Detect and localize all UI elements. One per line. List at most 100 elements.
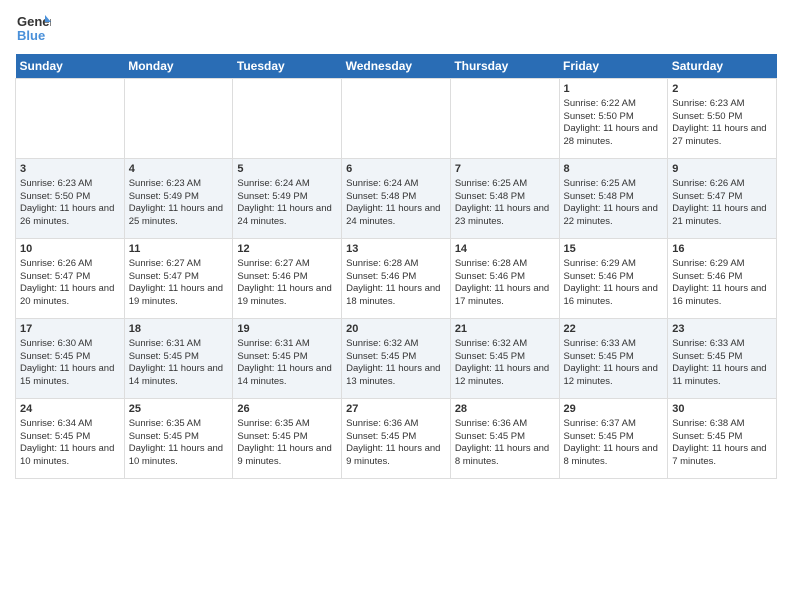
calendar-cell: 8Sunrise: 6:25 AM Sunset: 5:48 PM Daylig…	[559, 159, 668, 239]
day-number: 7	[455, 162, 555, 177]
day-info: Sunrise: 6:36 AM Sunset: 5:45 PM Dayligh…	[455, 418, 555, 469]
calendar-cell: 30Sunrise: 6:38 AM Sunset: 5:45 PM Dayli…	[668, 399, 777, 479]
calendar-cell	[124, 79, 233, 159]
calendar-cell: 7Sunrise: 6:25 AM Sunset: 5:48 PM Daylig…	[450, 159, 559, 239]
day-number: 30	[672, 402, 772, 417]
weekday-header-friday: Friday	[559, 54, 668, 79]
day-number: 27	[346, 402, 446, 417]
calendar-cell: 12Sunrise: 6:27 AM Sunset: 5:46 PM Dayli…	[233, 239, 342, 319]
day-number: 3	[20, 162, 120, 177]
day-number: 9	[672, 162, 772, 177]
calendar-cell: 13Sunrise: 6:28 AM Sunset: 5:46 PM Dayli…	[342, 239, 451, 319]
day-number: 29	[564, 402, 664, 417]
day-number: 4	[129, 162, 229, 177]
day-info: Sunrise: 6:28 AM Sunset: 5:46 PM Dayligh…	[346, 258, 446, 309]
day-number: 24	[20, 402, 120, 417]
day-info: Sunrise: 6:35 AM Sunset: 5:45 PM Dayligh…	[129, 418, 229, 469]
calendar-week-1: 1Sunrise: 6:22 AM Sunset: 5:50 PM Daylig…	[16, 79, 777, 159]
day-info: Sunrise: 6:32 AM Sunset: 5:45 PM Dayligh…	[455, 338, 555, 389]
calendar-cell: 1Sunrise: 6:22 AM Sunset: 5:50 PM Daylig…	[559, 79, 668, 159]
day-number: 23	[672, 322, 772, 337]
calendar-week-3: 10Sunrise: 6:26 AM Sunset: 5:47 PM Dayli…	[16, 239, 777, 319]
day-info: Sunrise: 6:23 AM Sunset: 5:50 PM Dayligh…	[20, 178, 120, 229]
day-number: 26	[237, 402, 337, 417]
day-info: Sunrise: 6:23 AM Sunset: 5:50 PM Dayligh…	[672, 98, 772, 149]
day-number: 13	[346, 242, 446, 257]
day-info: Sunrise: 6:26 AM Sunset: 5:47 PM Dayligh…	[20, 258, 120, 309]
day-info: Sunrise: 6:25 AM Sunset: 5:48 PM Dayligh…	[564, 178, 664, 229]
day-number: 28	[455, 402, 555, 417]
day-info: Sunrise: 6:31 AM Sunset: 5:45 PM Dayligh…	[237, 338, 337, 389]
calendar-cell: 26Sunrise: 6:35 AM Sunset: 5:45 PM Dayli…	[233, 399, 342, 479]
calendar-cell: 4Sunrise: 6:23 AM Sunset: 5:49 PM Daylig…	[124, 159, 233, 239]
day-number: 11	[129, 242, 229, 257]
logo-icon: General Blue	[15, 10, 51, 46]
weekday-header-saturday: Saturday	[668, 54, 777, 79]
day-number: 25	[129, 402, 229, 417]
calendar-cell: 23Sunrise: 6:33 AM Sunset: 5:45 PM Dayli…	[668, 319, 777, 399]
day-number: 6	[346, 162, 446, 177]
logo: General Blue	[15, 10, 51, 46]
calendar-cell: 25Sunrise: 6:35 AM Sunset: 5:45 PM Dayli…	[124, 399, 233, 479]
calendar-cell: 18Sunrise: 6:31 AM Sunset: 5:45 PM Dayli…	[124, 319, 233, 399]
calendar-cell: 11Sunrise: 6:27 AM Sunset: 5:47 PM Dayli…	[124, 239, 233, 319]
day-info: Sunrise: 6:27 AM Sunset: 5:46 PM Dayligh…	[237, 258, 337, 309]
day-info: Sunrise: 6:37 AM Sunset: 5:45 PM Dayligh…	[564, 418, 664, 469]
day-info: Sunrise: 6:22 AM Sunset: 5:50 PM Dayligh…	[564, 98, 664, 149]
calendar-cell: 14Sunrise: 6:28 AM Sunset: 5:46 PM Dayli…	[450, 239, 559, 319]
calendar-table: SundayMondayTuesdayWednesdayThursdayFrid…	[15, 54, 777, 479]
day-number: 16	[672, 242, 772, 257]
day-info: Sunrise: 6:33 AM Sunset: 5:45 PM Dayligh…	[672, 338, 772, 389]
calendar-header: SundayMondayTuesdayWednesdayThursdayFrid…	[16, 54, 777, 79]
day-number: 18	[129, 322, 229, 337]
day-info: Sunrise: 6:27 AM Sunset: 5:47 PM Dayligh…	[129, 258, 229, 309]
calendar-cell: 10Sunrise: 6:26 AM Sunset: 5:47 PM Dayli…	[16, 239, 125, 319]
day-info: Sunrise: 6:35 AM Sunset: 5:45 PM Dayligh…	[237, 418, 337, 469]
day-info: Sunrise: 6:29 AM Sunset: 5:46 PM Dayligh…	[672, 258, 772, 309]
calendar-cell: 17Sunrise: 6:30 AM Sunset: 5:45 PM Dayli…	[16, 319, 125, 399]
calendar-cell	[233, 79, 342, 159]
weekday-header-wednesday: Wednesday	[342, 54, 451, 79]
weekday-header-tuesday: Tuesday	[233, 54, 342, 79]
calendar-cell	[450, 79, 559, 159]
day-number: 12	[237, 242, 337, 257]
day-number: 14	[455, 242, 555, 257]
day-number: 17	[20, 322, 120, 337]
calendar-cell	[342, 79, 451, 159]
day-number: 1	[564, 82, 664, 97]
calendar-cell: 21Sunrise: 6:32 AM Sunset: 5:45 PM Dayli…	[450, 319, 559, 399]
day-number: 8	[564, 162, 664, 177]
day-info: Sunrise: 6:38 AM Sunset: 5:45 PM Dayligh…	[672, 418, 772, 469]
weekday-header-sunday: Sunday	[16, 54, 125, 79]
calendar-body: 1Sunrise: 6:22 AM Sunset: 5:50 PM Daylig…	[16, 79, 777, 479]
day-info: Sunrise: 6:29 AM Sunset: 5:46 PM Dayligh…	[564, 258, 664, 309]
day-number: 15	[564, 242, 664, 257]
day-info: Sunrise: 6:34 AM Sunset: 5:45 PM Dayligh…	[20, 418, 120, 469]
page-container: General Blue SundayMondayTuesdayWednesda…	[0, 0, 792, 484]
day-number: 21	[455, 322, 555, 337]
header: General Blue	[15, 10, 777, 46]
calendar-cell: 22Sunrise: 6:33 AM Sunset: 5:45 PM Dayli…	[559, 319, 668, 399]
day-number: 10	[20, 242, 120, 257]
day-info: Sunrise: 6:24 AM Sunset: 5:48 PM Dayligh…	[346, 178, 446, 229]
day-number: 5	[237, 162, 337, 177]
calendar-cell: 6Sunrise: 6:24 AM Sunset: 5:48 PM Daylig…	[342, 159, 451, 239]
calendar-week-5: 24Sunrise: 6:34 AM Sunset: 5:45 PM Dayli…	[16, 399, 777, 479]
weekday-header-thursday: Thursday	[450, 54, 559, 79]
svg-text:Blue: Blue	[17, 28, 45, 43]
calendar-cell: 28Sunrise: 6:36 AM Sunset: 5:45 PM Dayli…	[450, 399, 559, 479]
day-info: Sunrise: 6:28 AM Sunset: 5:46 PM Dayligh…	[455, 258, 555, 309]
calendar-cell: 5Sunrise: 6:24 AM Sunset: 5:49 PM Daylig…	[233, 159, 342, 239]
day-info: Sunrise: 6:32 AM Sunset: 5:45 PM Dayligh…	[346, 338, 446, 389]
calendar-cell: 27Sunrise: 6:36 AM Sunset: 5:45 PM Dayli…	[342, 399, 451, 479]
day-info: Sunrise: 6:36 AM Sunset: 5:45 PM Dayligh…	[346, 418, 446, 469]
day-number: 20	[346, 322, 446, 337]
calendar-cell	[16, 79, 125, 159]
calendar-cell: 19Sunrise: 6:31 AM Sunset: 5:45 PM Dayli…	[233, 319, 342, 399]
calendar-week-4: 17Sunrise: 6:30 AM Sunset: 5:45 PM Dayli…	[16, 319, 777, 399]
calendar-cell: 16Sunrise: 6:29 AM Sunset: 5:46 PM Dayli…	[668, 239, 777, 319]
day-info: Sunrise: 6:24 AM Sunset: 5:49 PM Dayligh…	[237, 178, 337, 229]
calendar-cell: 9Sunrise: 6:26 AM Sunset: 5:47 PM Daylig…	[668, 159, 777, 239]
calendar-cell: 2Sunrise: 6:23 AM Sunset: 5:50 PM Daylig…	[668, 79, 777, 159]
day-number: 2	[672, 82, 772, 97]
